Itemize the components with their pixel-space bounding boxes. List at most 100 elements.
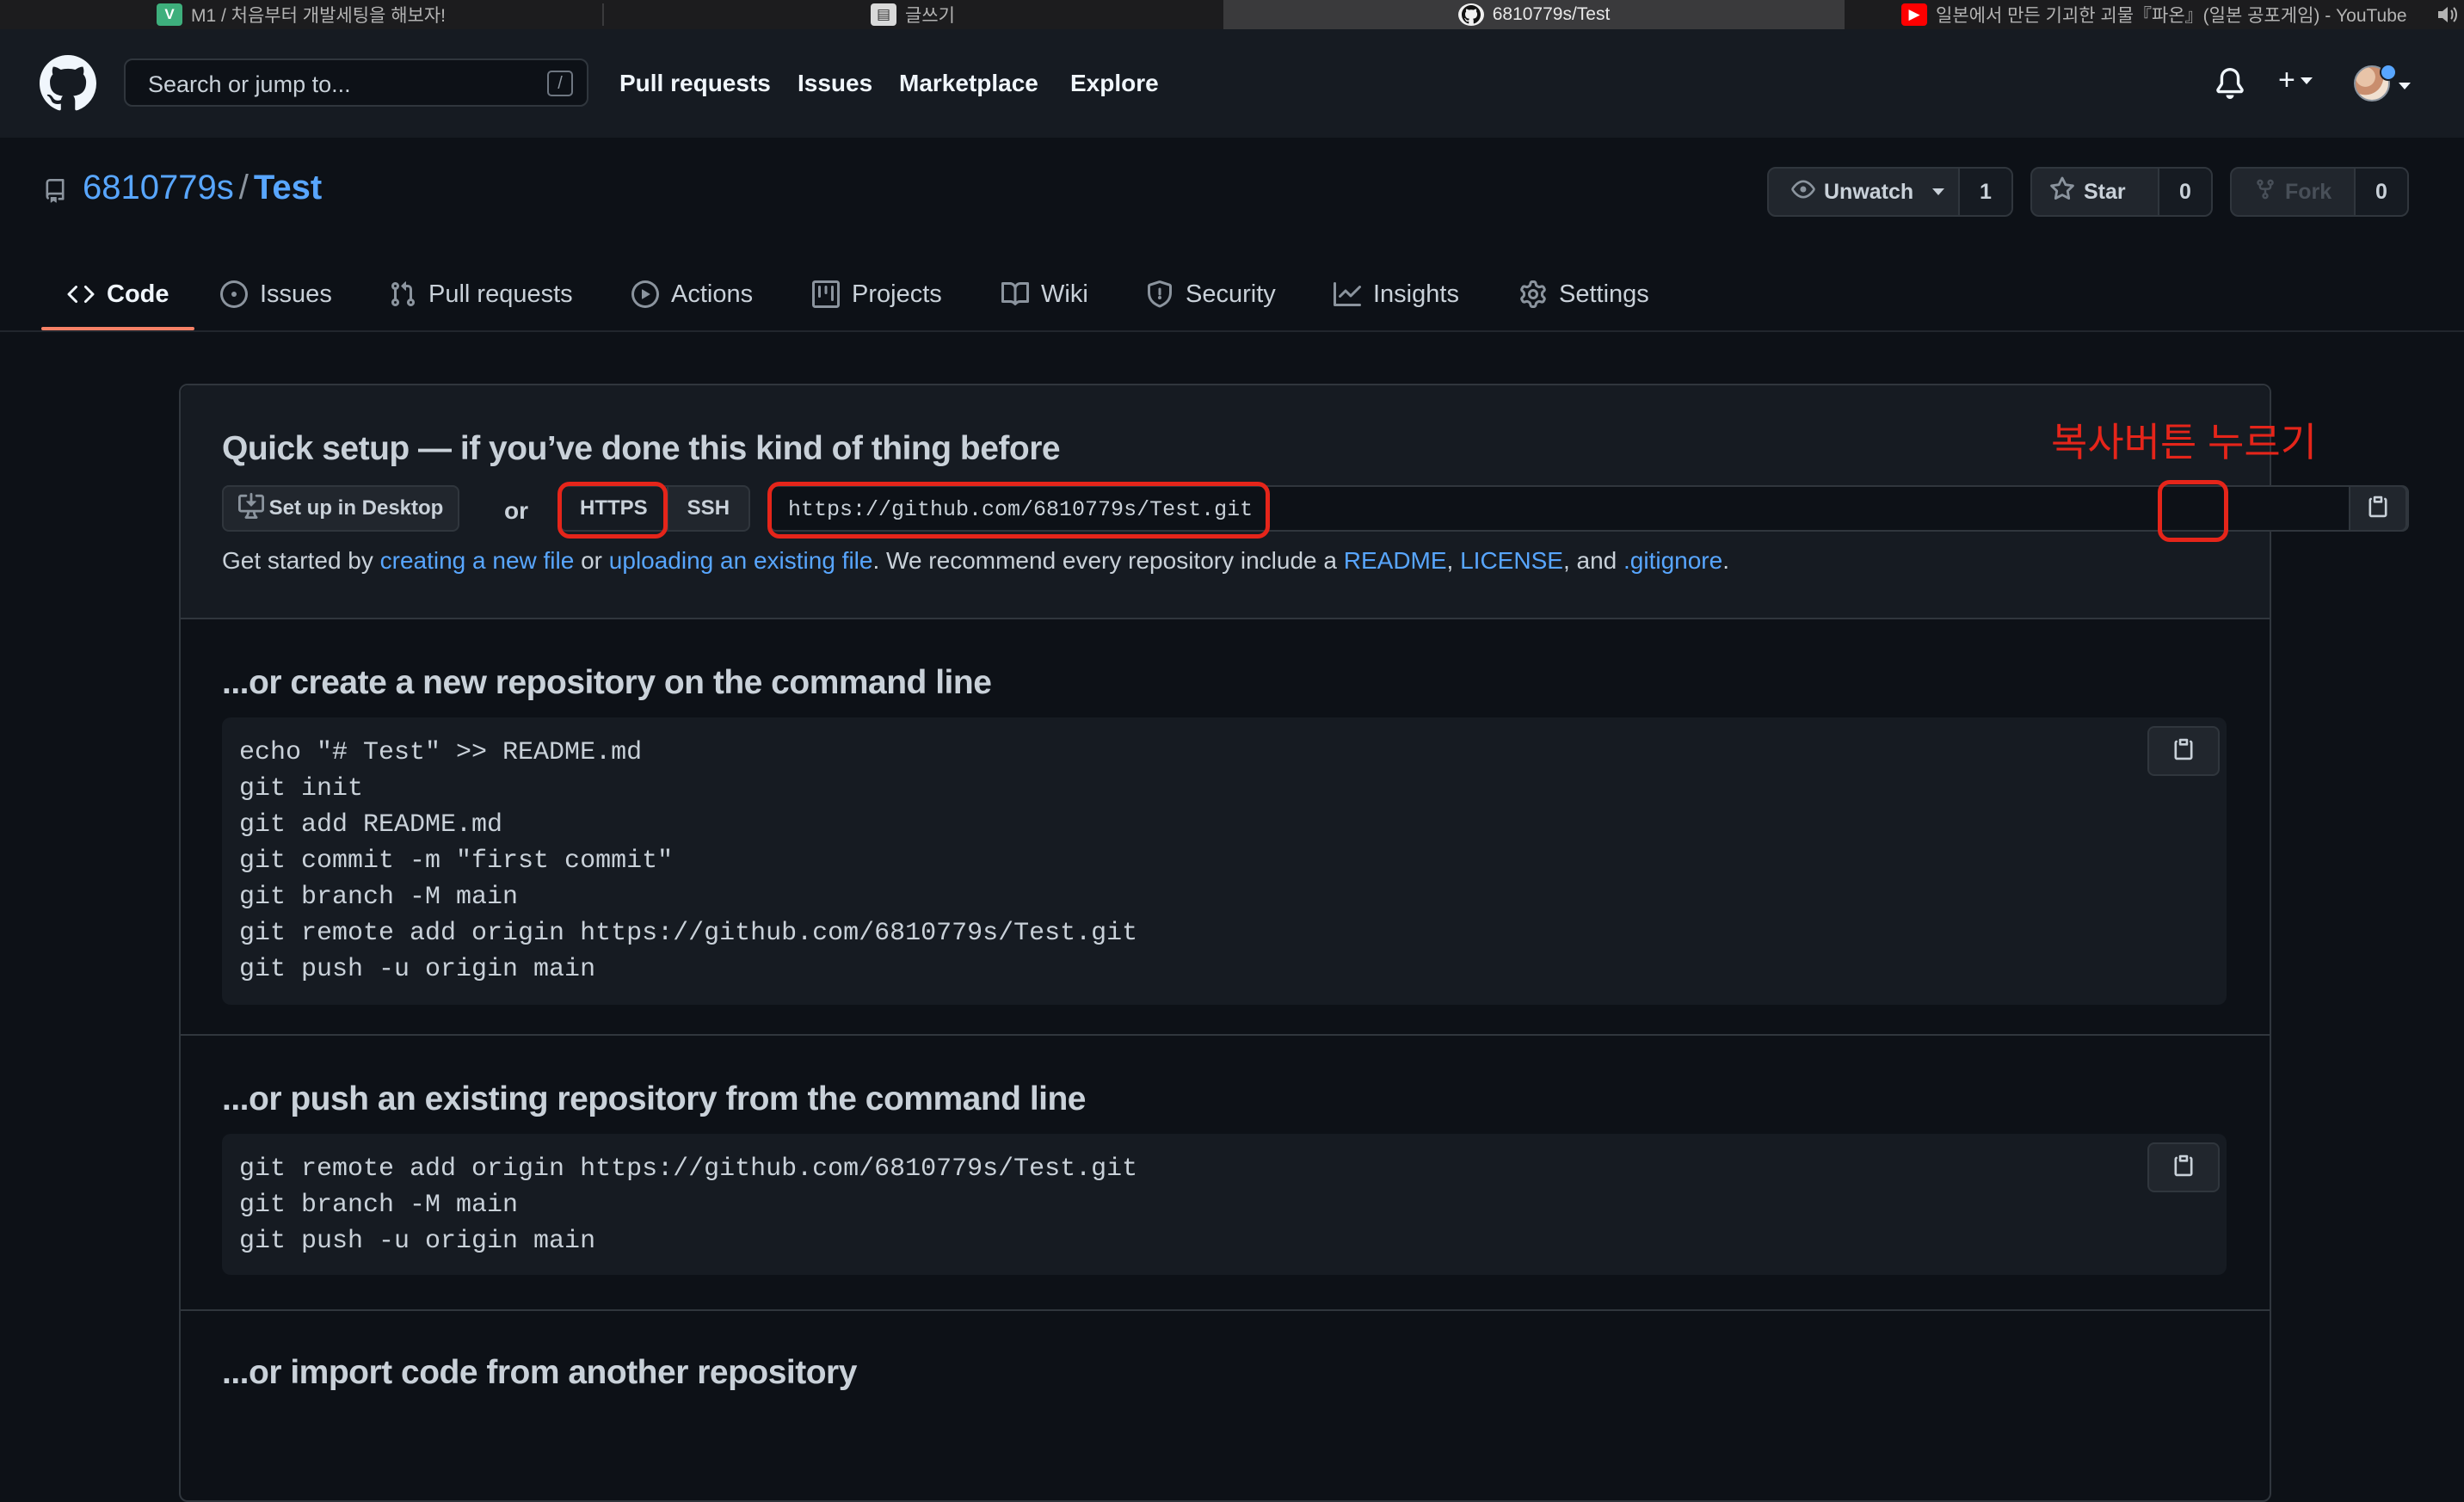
tab-label: Security xyxy=(1186,280,1276,308)
ssh-button[interactable]: SSH xyxy=(668,487,748,530)
github-logo-icon[interactable] xyxy=(40,55,96,112)
browser-tab[interactable]: ▶ 일본에서 만든 기괴한 괴물『파온』(일본 공포게임) - YouTube xyxy=(1846,0,2431,29)
fork-count[interactable]: 0 xyxy=(2354,169,2407,215)
chevron-down-icon xyxy=(2300,77,2313,84)
browser-tab[interactable]: ▤ 글쓰기 xyxy=(604,0,1222,29)
readme-link[interactable]: README xyxy=(1344,547,1447,574)
clone-url-input[interactable]: https://github.com/6810779s/Test.git xyxy=(769,485,2409,532)
copy-commands-button[interactable] xyxy=(2147,726,2220,776)
eye-icon xyxy=(1791,177,1815,207)
get-started-text: Get started by creating a new file or up… xyxy=(222,547,1729,575)
tab-insights[interactable]: Insights xyxy=(1334,258,1459,330)
https-button[interactable]: HTTPS xyxy=(561,487,668,530)
desktop-download-icon xyxy=(237,492,264,525)
star-icon xyxy=(2049,175,2075,208)
nav-issues[interactable]: Issues xyxy=(798,70,872,97)
play-icon xyxy=(631,280,659,308)
selected-tab-underline xyxy=(41,327,194,330)
gitignore-link[interactable]: .gitignore xyxy=(1623,547,1722,574)
repo-tabs: Code Issues Pull requests Actions Projec… xyxy=(0,258,2464,332)
status-dot xyxy=(2380,64,2397,81)
repo-icon xyxy=(43,177,67,209)
book-icon xyxy=(1001,280,1029,308)
fork-icon xyxy=(2254,178,2276,206)
tab-label: Settings xyxy=(1559,280,1649,308)
tab-actions[interactable]: Actions xyxy=(631,258,753,330)
browser-tab-label: M1 / 처음부터 개발세팅을 해보자! xyxy=(190,6,447,26)
speaker-icon[interactable] xyxy=(2436,0,2459,29)
search-input[interactable]: Search or jump to... / xyxy=(124,58,588,107)
star-button-group: Star 0 xyxy=(2030,167,2213,217)
code-icon xyxy=(67,280,95,308)
copy-commands-button[interactable] xyxy=(2147,1142,2220,1192)
clone-url-text: https://github.com/6810779s/Test.git xyxy=(788,497,1254,522)
tab-label: Projects xyxy=(852,280,942,308)
new-repo-section: ...or create a new repository on the com… xyxy=(181,619,2270,1036)
import-repo-title: ...or import code from another repositor… xyxy=(222,1354,857,1391)
nav-marketplace[interactable]: Marketplace xyxy=(899,70,1038,97)
repo-owner-link[interactable]: 6810779s xyxy=(83,169,234,206)
watch-count[interactable]: 1 xyxy=(1958,169,2011,215)
vue-favicon-icon: V xyxy=(156,3,182,26)
star-count[interactable]: 0 xyxy=(2158,169,2211,215)
import-repo-section: ...or import code from another repositor… xyxy=(181,1311,2270,1500)
fork-button[interactable]: Fork xyxy=(2232,169,2354,215)
shield-icon xyxy=(1146,280,1173,308)
tab-label: Pull requests xyxy=(428,280,573,308)
quick-setup-box: Quick setup — if you’ve done this kind o… xyxy=(179,384,2409,1502)
help-text: . We recommend every repository include … xyxy=(872,547,1344,574)
github-favicon-icon xyxy=(1457,3,1484,26)
search-placeholder: Search or jump to... xyxy=(148,71,351,97)
new-repo-code-block: echo "# Test" >> README.md git init git … xyxy=(222,717,2227,1005)
push-existing-commands: git remote add origin https://github.com… xyxy=(239,1154,1138,1256)
protocol-toggle: HTTPS SSH xyxy=(559,485,751,532)
youtube-favicon-icon: ▶ xyxy=(1901,3,1927,26)
push-existing-title: ...or push an existing repository from t… xyxy=(222,1080,1087,1117)
gear-icon xyxy=(1519,280,1547,308)
tab-label: Actions xyxy=(671,280,754,308)
plus-icon: + xyxy=(2278,64,2295,96)
help-text: Get started by xyxy=(222,547,380,574)
browser-tab-active[interactable]: 6810779s/Test xyxy=(1223,0,1845,29)
unwatch-label: Unwatch xyxy=(1824,179,1914,204)
copy-url-button[interactable] xyxy=(2349,485,2407,532)
issue-icon xyxy=(220,280,248,308)
tab-settings[interactable]: Settings xyxy=(1519,258,1649,330)
upload-file-link[interactable]: uploading an existing file xyxy=(609,547,873,574)
clipboard-icon xyxy=(2366,495,2390,523)
repo-title-separator: / xyxy=(238,169,249,206)
tab-issues[interactable]: Issues xyxy=(220,258,332,330)
tab-projects[interactable]: Projects xyxy=(812,258,942,330)
notifications-bell-icon[interactable] xyxy=(2215,68,2245,103)
setup-desktop-button[interactable]: Set up in Desktop xyxy=(222,485,459,532)
license-link[interactable]: LICENSE xyxy=(1460,547,1563,574)
browser-tab[interactable]: V M1 / 처음부터 개발세팅을 해보자! xyxy=(0,0,602,29)
help-text: , and xyxy=(1562,547,1623,574)
new-repo-title: ...or create a new repository on the com… xyxy=(222,664,992,701)
create-new-menu[interactable]: + xyxy=(2278,64,2313,97)
star-label: Star xyxy=(2084,179,2126,204)
chevron-down-icon[interactable] xyxy=(2399,83,2411,89)
browser-tab-label: 일본에서 만든 기괴한 괴물『파온』(일본 공포게임) - YouTube xyxy=(1936,6,2407,26)
tab-security[interactable]: Security xyxy=(1146,258,1276,330)
setup-desktop-label: Set up in Desktop xyxy=(268,496,444,520)
star-button[interactable]: Star xyxy=(2032,169,2158,215)
tab-label: Code xyxy=(107,280,169,308)
unwatch-button[interactable]: Unwatch xyxy=(1769,169,1958,215)
create-new-file-link[interactable]: creating a new file xyxy=(380,547,575,574)
fork-label: Fork xyxy=(2285,179,2332,204)
tab-code[interactable]: Code xyxy=(67,258,169,330)
push-existing-section: ...or push an existing repository from t… xyxy=(181,1036,2270,1311)
nav-pull-requests[interactable]: Pull requests xyxy=(619,70,771,97)
repo-name-link[interactable]: Test xyxy=(254,169,322,206)
nav-explore[interactable]: Explore xyxy=(1070,70,1159,97)
browser-tab-strip: V M1 / 처음부터 개발세팅을 해보자! ▤ 글쓰기 6810779s/Te… xyxy=(0,0,2464,29)
tab-wiki[interactable]: Wiki xyxy=(1001,258,1088,330)
annotation-note: 복사버튼 누르기 xyxy=(2051,420,2318,465)
quick-setup-title: Quick setup — if you’ve done this kind o… xyxy=(222,430,1061,467)
repo-title: 6810779s / Test xyxy=(83,169,322,207)
tab-pull-requests[interactable]: Pull requests xyxy=(389,258,573,330)
pull-request-icon xyxy=(389,280,416,308)
graph-icon xyxy=(1334,280,1361,308)
note-favicon-icon: ▤ xyxy=(871,3,897,26)
